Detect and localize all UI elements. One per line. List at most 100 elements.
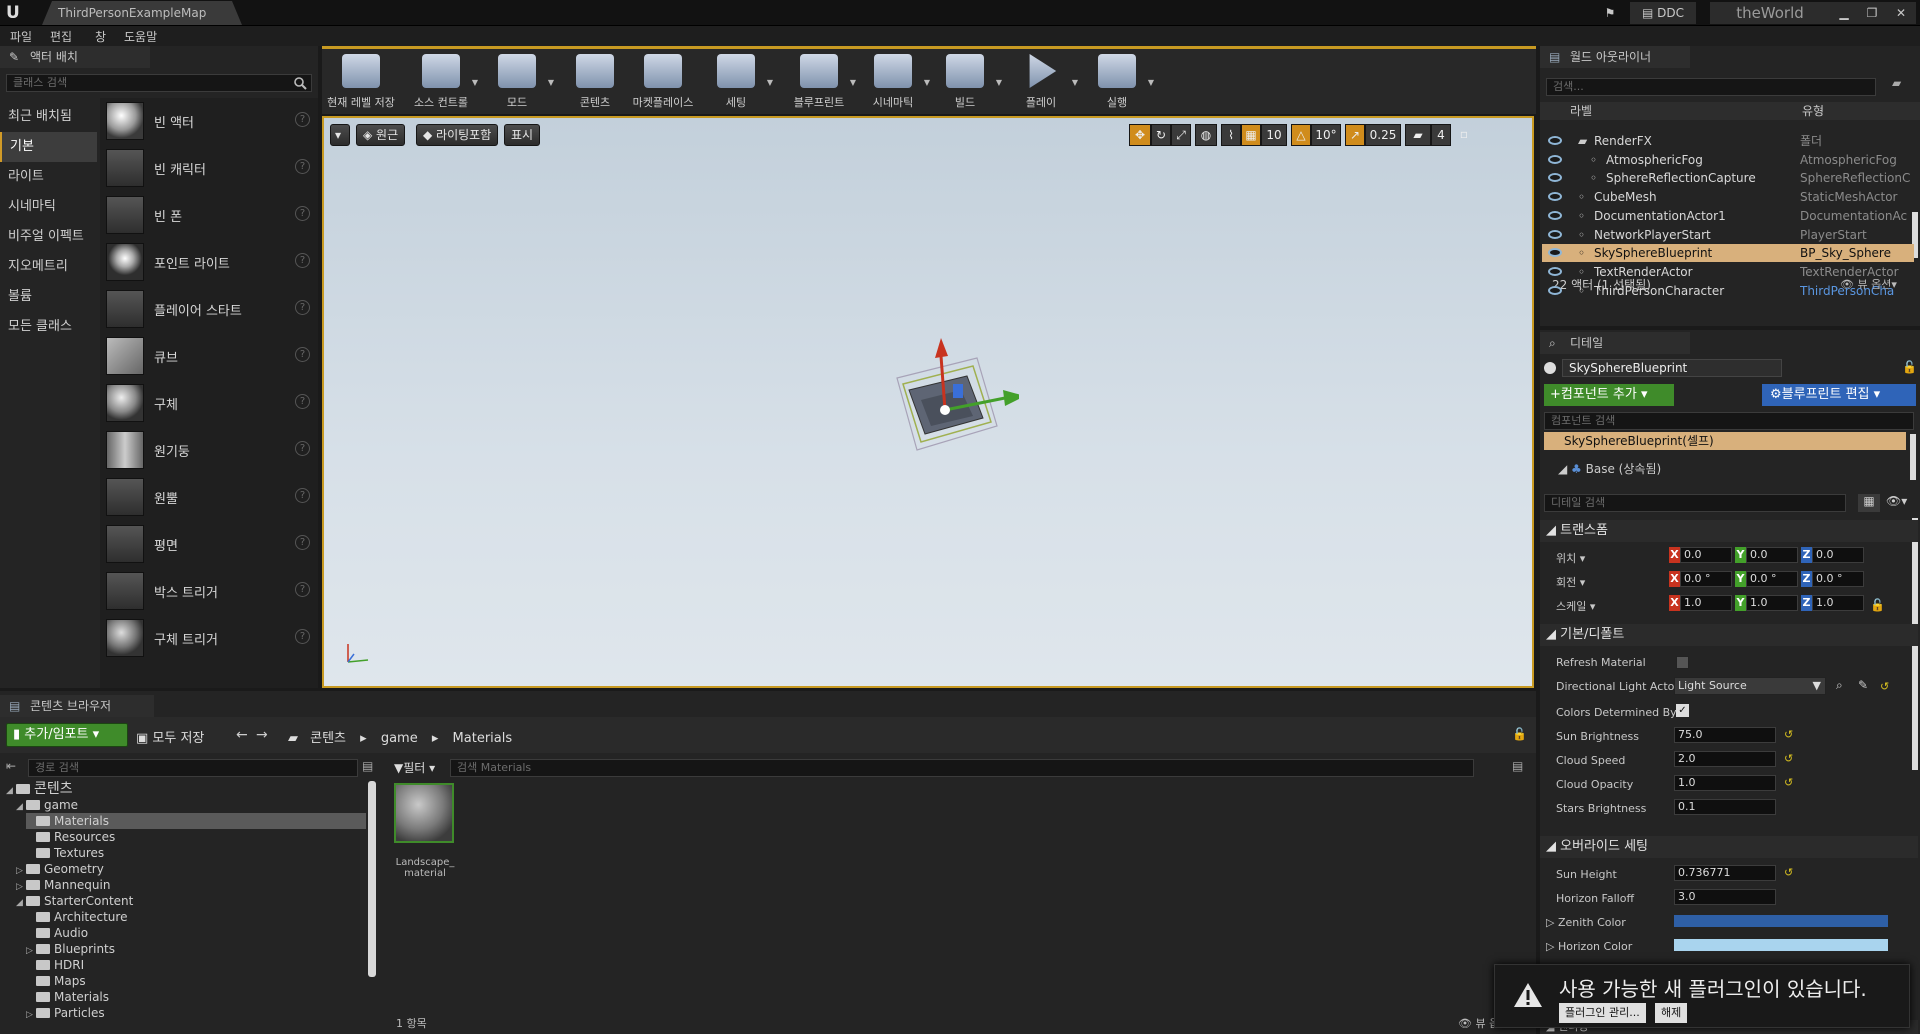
menu-file[interactable]: 파일	[10, 28, 32, 45]
translate-icon[interactable]: ✥	[1129, 124, 1151, 146]
lit-button[interactable]: ◆ 라이팅포함	[416, 124, 499, 146]
transform-gizmo[interactable]	[869, 328, 1019, 478]
outliner-row[interactable]: ◦ TextRenderActor TextRenderActor	[1542, 263, 1914, 281]
visibility-eye-icon[interactable]	[1548, 285, 1562, 295]
location-label[interactable]: 위치 ▾	[1556, 550, 1585, 566]
feedback-icon[interactable]: ⚑	[1600, 2, 1620, 24]
category-basic[interactable]: 기본	[0, 132, 97, 162]
eye-icon[interactable]: 👁▾	[1886, 494, 1907, 508]
override-section[interactable]: ◢ 오버라이드 세팅	[1540, 836, 1918, 858]
world-outliner-tab[interactable]: ▤ 월드 아웃라이너	[1540, 46, 1690, 68]
help-icon[interactable]: ?	[295, 535, 310, 550]
horizon-color-label[interactable]: ▷ Horizon Color	[1546, 940, 1632, 953]
reset-icon[interactable]: ↺	[1784, 752, 1793, 765]
visibility-eye-icon[interactable]	[1548, 173, 1562, 183]
lock-icon[interactable]: 🔓	[1902, 360, 1917, 374]
outliner-row[interactable]: ◦ ThirdPersonCharacter ThirdPersonCha	[1542, 282, 1914, 300]
viewport-options-button[interactable]: ▾	[330, 124, 350, 146]
stars-brightness-field[interactable]: 0.1	[1674, 799, 1776, 815]
settings-button[interactable]: 세팅 ▼	[701, 54, 773, 114]
rot-x-field[interactable]: 0.0 °	[1680, 571, 1732, 587]
visibility-eye-icon[interactable]	[1548, 266, 1562, 276]
scale-lock-icon[interactable]: 🔓	[1870, 598, 1885, 612]
tree-folder[interactable]: Textures	[26, 845, 366, 861]
help-icon[interactable]: ?	[295, 394, 310, 409]
reset-icon[interactable]: ↺	[1784, 728, 1793, 741]
actor-item-cube[interactable]: 큐브?	[104, 333, 314, 379]
help-icon[interactable]: ?	[295, 300, 310, 315]
actor-item-empty-pawn[interactable]: 빈 폰?	[104, 192, 314, 238]
ddc-button[interactable]: ▤ DDC	[1630, 2, 1696, 24]
actor-item-plane[interactable]: 평면?	[104, 521, 314, 567]
tree-folder[interactable]: ◢ StarterContent	[16, 893, 366, 909]
breadcrumb-materials[interactable]: Materials	[453, 731, 513, 746]
sun-brightness-field[interactable]: 75.0	[1674, 727, 1776, 743]
show-button[interactable]: 표시	[504, 124, 541, 146]
camera-speed-value[interactable]: 4	[1431, 124, 1451, 146]
modes-button[interactable]: 모드 ▼	[482, 54, 554, 114]
tree-folder[interactable]: ▷ Blueprints	[26, 941, 366, 957]
add-folder-icon[interactable]: ▰	[1892, 76, 1901, 90]
tree-folder[interactable]: ◢ game	[16, 797, 366, 813]
reset-icon[interactable]: ↺	[1784, 866, 1793, 879]
details-tab[interactable]: ⌕ 디테일	[1540, 332, 1690, 354]
forward-arrow-icon[interactable]: →	[256, 727, 268, 743]
default-section[interactable]: ◢ 기본/디폴트	[1540, 624, 1918, 646]
rotate-icon[interactable]: ↻	[1151, 124, 1171, 146]
label-column-header[interactable]: 라벨	[1570, 102, 1592, 120]
category-geometry[interactable]: 지오메트리	[0, 252, 97, 282]
details-search-input[interactable]: 디테일 검색	[1544, 494, 1846, 512]
cloud-opacity-field[interactable]: 1.0	[1674, 775, 1776, 791]
actor-item-box-trigger[interactable]: 박스 트리거?	[104, 568, 314, 614]
view-options-icon[interactable]: ▤	[362, 759, 373, 773]
grid-size-value[interactable]: 10	[1261, 124, 1287, 146]
expand-arrow-icon[interactable]: ▷	[26, 1007, 36, 1023]
help-icon[interactable]: ?	[295, 629, 310, 644]
browse-icon[interactable]: ⌕	[1836, 678, 1843, 693]
visibility-eye-icon[interactable]	[1548, 248, 1562, 258]
tree-folder[interactable]: ▷ Mannequin	[16, 877, 366, 893]
blueprints-button[interactable]: 블루프린트 ▼	[784, 54, 856, 114]
tree-folder[interactable]: Materials	[26, 989, 366, 1005]
tree-folder[interactable]: ◢ 콘텐츠	[6, 781, 366, 797]
category-recent[interactable]: 최근 배치됨	[0, 102, 97, 132]
actor-item-player-start[interactable]: 플레이어 스타트?	[104, 286, 314, 332]
category-volumes[interactable]: 볼륨	[0, 282, 97, 312]
outliner-row[interactable]: ◦ CubeMesh StaticMeshActor	[1542, 188, 1914, 206]
outliner-row[interactable]: ▰ RenderFX 폴더	[1542, 132, 1914, 150]
content-button[interactable]: 콘텐츠	[560, 54, 630, 114]
class-search-input[interactable]: 클래스 검색	[6, 74, 312, 92]
save-level-button[interactable]: 현재 레벨 저장	[326, 54, 396, 114]
tree-folder[interactable]: Resources	[26, 829, 366, 845]
grid-snap-icon[interactable]: ▦	[1241, 124, 1261, 146]
build-button[interactable]: 빌드 ▼	[930, 54, 1002, 114]
content-browser-tab[interactable]: ▤ 콘텐츠 브라우저	[0, 695, 154, 717]
filter-button[interactable]: ▼필터 ▾	[394, 759, 435, 776]
component-search-input[interactable]: 컴포넌트 검색	[1544, 412, 1914, 430]
add-import-button[interactable]: ▮ 추가/임포트 ▾	[6, 723, 128, 747]
back-arrow-icon[interactable]: ←	[236, 727, 248, 743]
reset-icon[interactable]: ↺	[1880, 680, 1889, 693]
rot-z-field[interactable]: 0.0 °	[1812, 571, 1864, 587]
tree-folder[interactable]: Architecture	[26, 909, 366, 925]
scale-icon[interactable]: ⤢	[1171, 124, 1191, 146]
self-component-row[interactable]: SkySphereBlueprint(셀프)	[1544, 432, 1906, 450]
expand-arrow-icon[interactable]: ◢	[6, 783, 16, 799]
actor-name-field[interactable]: SkySphereBlueprint	[1562, 359, 1782, 377]
asset-label[interactable]: Landscape_ material	[390, 857, 460, 879]
picker-icon[interactable]: ✎	[1858, 678, 1868, 692]
expand-arrow-icon[interactable]: ◢	[16, 895, 26, 911]
visibility-eye-icon[interactable]	[1548, 192, 1562, 202]
minimize-icon[interactable]: ▁	[1830, 2, 1858, 24]
tree-folder[interactable]: Maps	[26, 973, 366, 989]
horizon-color-swatch[interactable]	[1674, 939, 1888, 951]
scale-snap-icon[interactable]: ↗	[1345, 124, 1365, 146]
breadcrumb-content[interactable]: 콘텐츠	[310, 731, 346, 746]
transform-section[interactable]: ◢ 트랜스폼	[1540, 520, 1918, 542]
category-visual-effects[interactable]: 비주얼 이펙트	[0, 222, 97, 252]
loc-y-field[interactable]: 0.0	[1746, 547, 1798, 563]
tree-folder[interactable]: Materials	[26, 813, 366, 829]
category-cinematic[interactable]: 시네마틱	[0, 192, 97, 222]
visibility-eye-icon[interactable]	[1548, 210, 1562, 220]
rotation-snap-value[interactable]: 10°	[1311, 124, 1341, 146]
